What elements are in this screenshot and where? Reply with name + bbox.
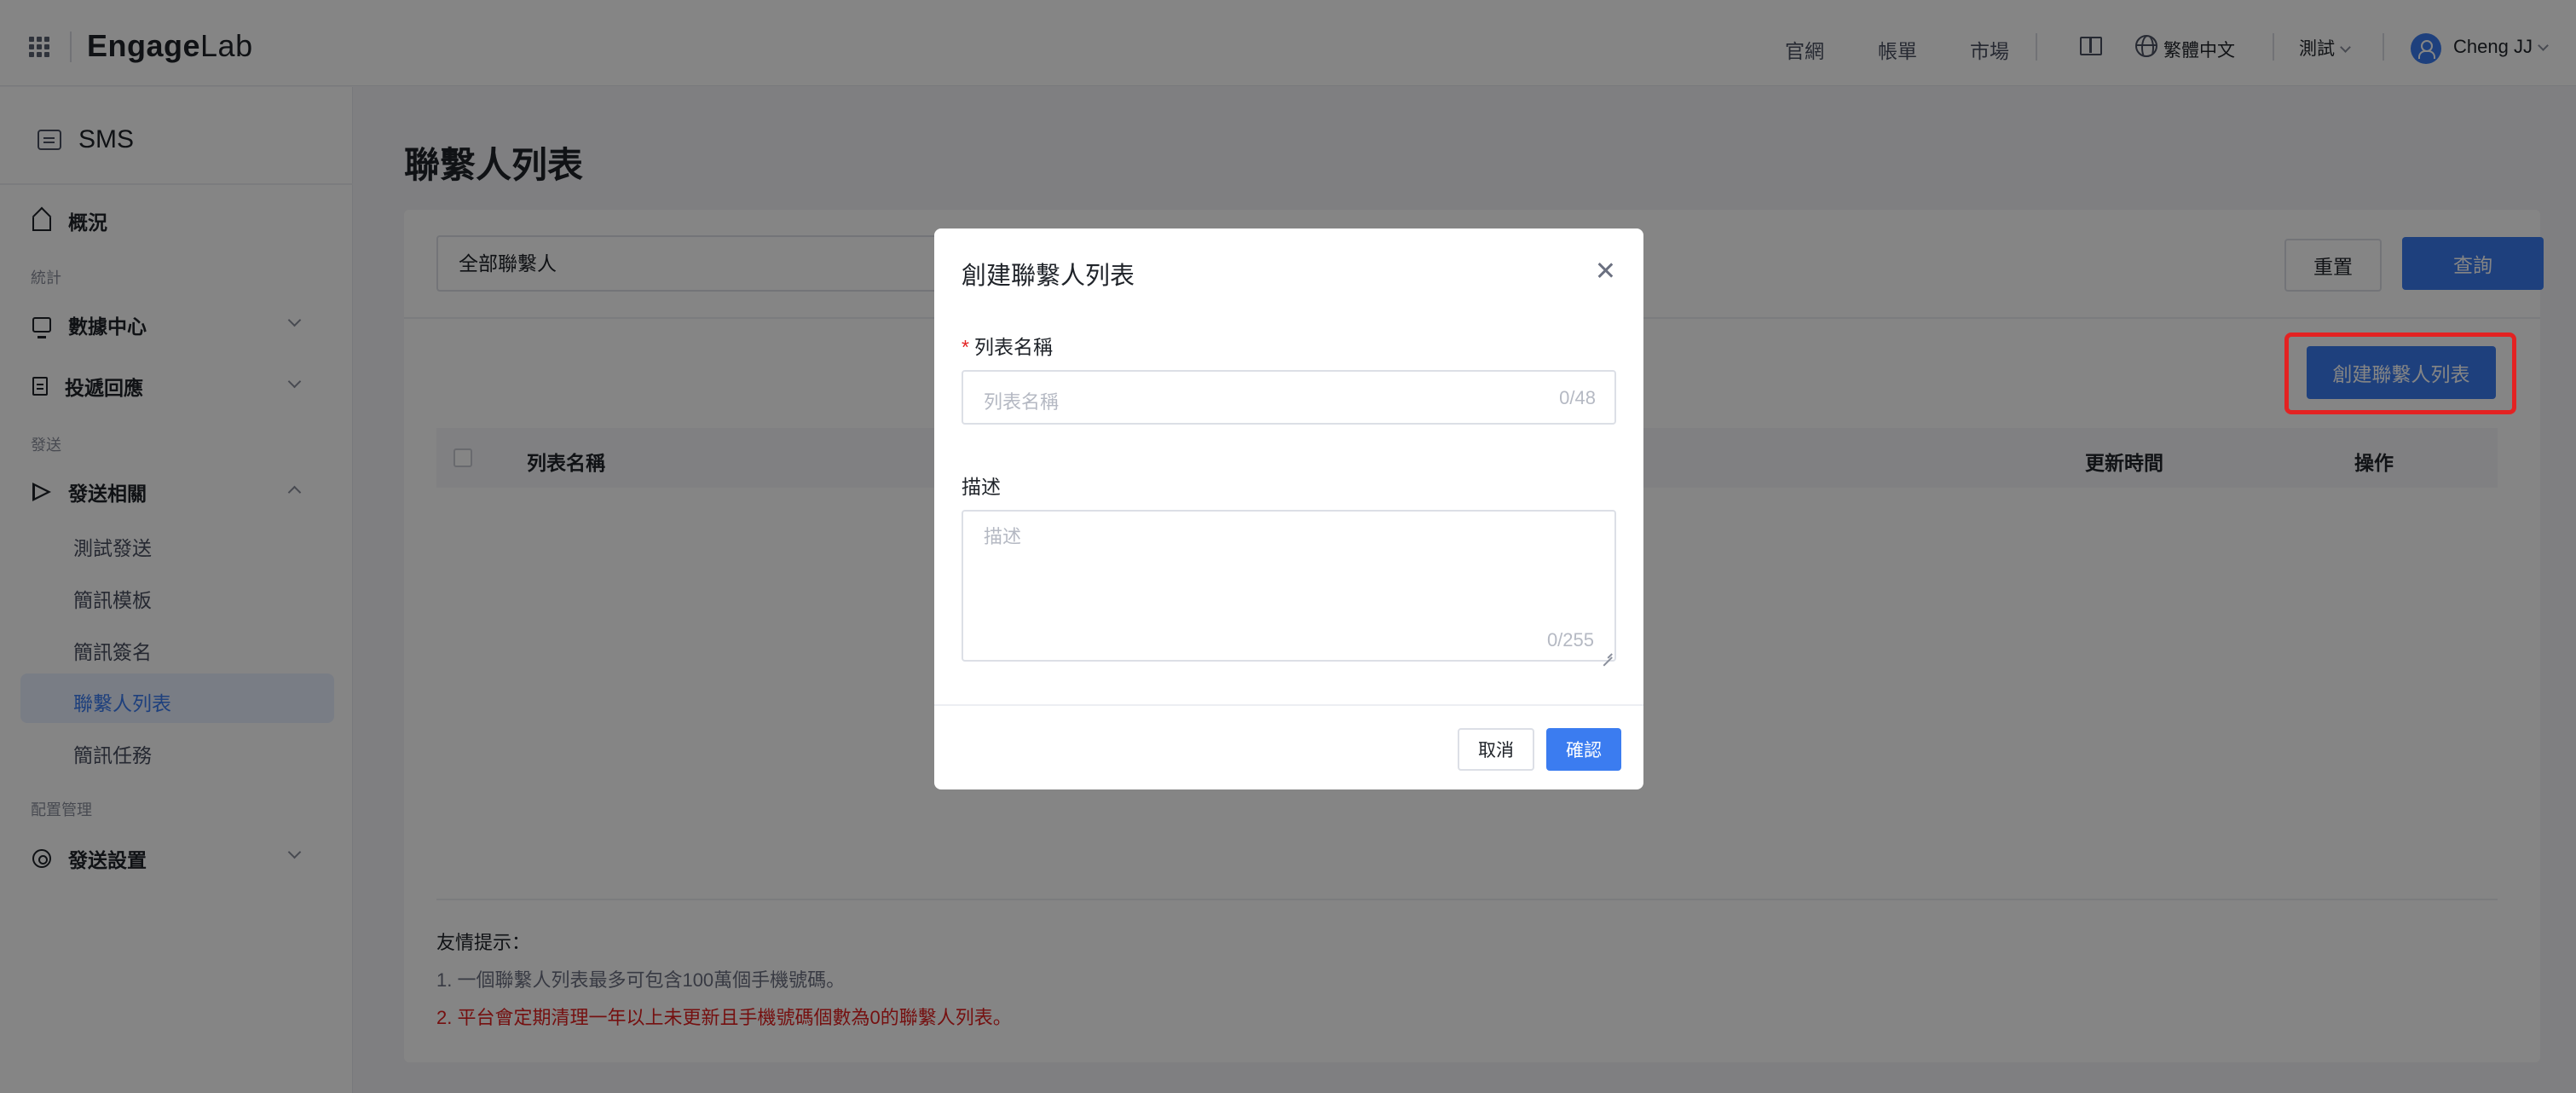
char-counter: 0/255 bbox=[1546, 629, 1594, 651]
list-name-input[interactable]: 列表名稱 0/48 bbox=[962, 370, 1616, 425]
description-label: 描述 bbox=[962, 476, 1001, 498]
textarea-placeholder: 描述 bbox=[984, 526, 1022, 547]
char-counter: 0/48 bbox=[1559, 387, 1596, 408]
resize-handle-icon[interactable] bbox=[1602, 647, 1612, 657]
required-mark: * bbox=[962, 336, 969, 358]
create-button-highlight bbox=[2284, 333, 2516, 414]
dialog-divider bbox=[934, 704, 1643, 706]
cancel-button[interactable]: 取消 bbox=[1458, 728, 1534, 771]
list-name-label: * 列表名稱 bbox=[962, 336, 1053, 358]
input-placeholder: 列表名稱 bbox=[984, 391, 1060, 413]
confirm-button[interactable]: 確認 bbox=[1546, 728, 1621, 771]
description-textarea[interactable]: 描述 0/255 bbox=[962, 510, 1616, 662]
close-icon[interactable] bbox=[1594, 259, 1616, 281]
create-contact-list-dialog: 創建聯繫人列表 * 列表名稱 列表名稱 0/48 描述 描述 0/255 取消 確… bbox=[934, 228, 1643, 789]
dialog-title: 創建聯繫人列表 bbox=[962, 263, 1135, 290]
